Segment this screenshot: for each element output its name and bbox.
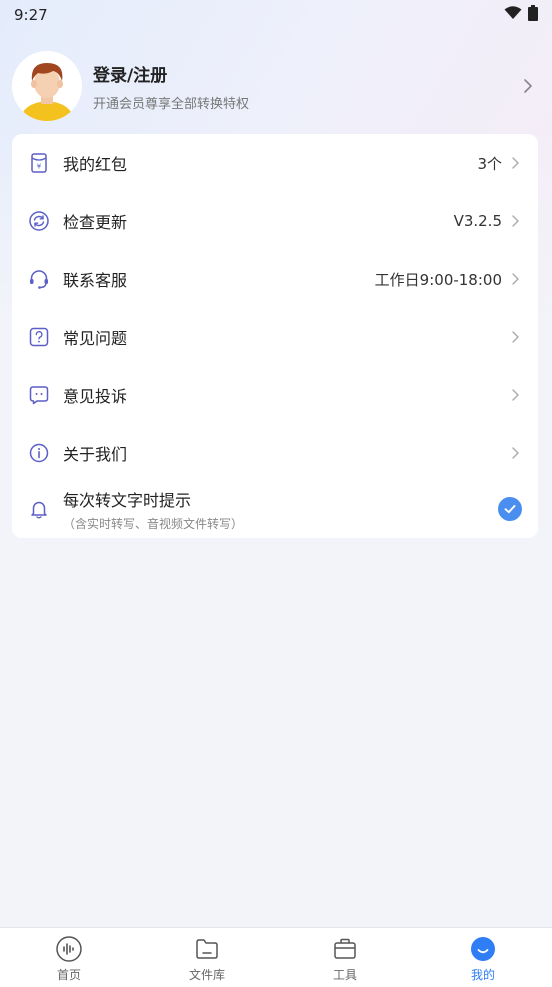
menu-item-contact-service[interactable]: 联系客服 工作日9:00-18:00 bbox=[12, 250, 538, 308]
chevron-right-icon bbox=[512, 215, 519, 227]
tab-label: 首页 bbox=[56, 968, 81, 982]
tab-mine[interactable]: 我的 bbox=[414, 928, 552, 987]
wifi-icon bbox=[504, 6, 522, 24]
tab-label: 文件库 bbox=[188, 968, 225, 982]
menu-item-label: 联系客服 bbox=[63, 271, 128, 290]
bell-icon bbox=[31, 501, 47, 519]
voice-icon bbox=[56, 936, 82, 962]
status-bar: 9:27 bbox=[0, 0, 552, 30]
tab-file-library[interactable]: 文件库 bbox=[138, 928, 276, 987]
tab-label: 我的 bbox=[470, 968, 495, 982]
menu-item-label: 意见投诉 bbox=[63, 387, 128, 406]
profile-icon bbox=[471, 937, 495, 961]
menu-item-label: 关于我们 bbox=[63, 445, 128, 464]
tab-home[interactable]: 首页 bbox=[0, 928, 138, 987]
chevron-right-icon bbox=[512, 273, 519, 285]
menu-item-about[interactable]: 关于我们 bbox=[12, 424, 538, 482]
menu-item-faq[interactable]: 常见问题 bbox=[12, 308, 538, 366]
menu-item-value: 3个 bbox=[477, 154, 502, 173]
chevron-right-icon bbox=[512, 447, 519, 459]
chevron-right-icon bbox=[512, 331, 519, 343]
menu-item-value: 工作日9:00-18:00 bbox=[374, 270, 502, 289]
menu-item-red-packet[interactable]: ¥ 我的红包 3个 bbox=[12, 134, 538, 192]
avatar[interactable] bbox=[12, 51, 82, 121]
refresh-icon bbox=[29, 211, 49, 231]
folder-icon bbox=[196, 939, 218, 959]
menu-item-transcribe-tip[interactable]: 每次转文字时提示 （含实时转写、音视频文件转写） bbox=[12, 480, 538, 538]
battery-icon bbox=[528, 5, 538, 25]
chevron-right-icon bbox=[512, 389, 519, 401]
red-packet-icon: ¥ bbox=[31, 153, 47, 173]
feedback-icon bbox=[29, 386, 49, 405]
login-subtitle: 开通会员尊享全部转换特权 bbox=[93, 96, 250, 112]
menu-item-label: 我的红包 bbox=[63, 155, 128, 174]
menu-item-check-update[interactable]: 检查更新 V3.2.5 bbox=[12, 192, 538, 250]
login-profile-entry[interactable]: 登录/注册 开通会员尊享全部转换特权 bbox=[12, 50, 540, 122]
tab-label: 工具 bbox=[332, 968, 357, 982]
check-icon bbox=[504, 505, 516, 514]
headset-icon bbox=[30, 270, 48, 289]
toolbox-icon bbox=[334, 938, 356, 959]
login-title: 登录/注册 bbox=[93, 65, 168, 86]
menu-item-label: 检查更新 bbox=[63, 213, 128, 232]
status-time: 9:27 bbox=[14, 6, 48, 24]
tip-title: 每次转文字时提示 bbox=[63, 490, 192, 510]
chevron-right-icon bbox=[524, 79, 532, 93]
info-icon bbox=[29, 443, 49, 463]
menu-item-feedback[interactable]: 意见投诉 bbox=[12, 366, 538, 424]
menu-item-value: V3.2.5 bbox=[453, 212, 502, 230]
bottom-tab-bar: 首页 文件库 工具 我的 bbox=[0, 927, 552, 987]
tab-tools[interactable]: 工具 bbox=[276, 928, 414, 987]
tip-checkbox[interactable] bbox=[498, 497, 522, 521]
settings-menu-card: ¥ 我的红包 3个 检查更新 V3.2.5 联系客服 工作日9:00-18:00 bbox=[12, 134, 538, 538]
chevron-right-icon bbox=[512, 157, 519, 169]
menu-item-label: 常见问题 bbox=[63, 329, 128, 348]
svg-text:¥: ¥ bbox=[37, 163, 42, 171]
question-icon bbox=[29, 327, 49, 347]
tip-subtitle: （含实时转写、音视频文件转写） bbox=[63, 516, 244, 531]
